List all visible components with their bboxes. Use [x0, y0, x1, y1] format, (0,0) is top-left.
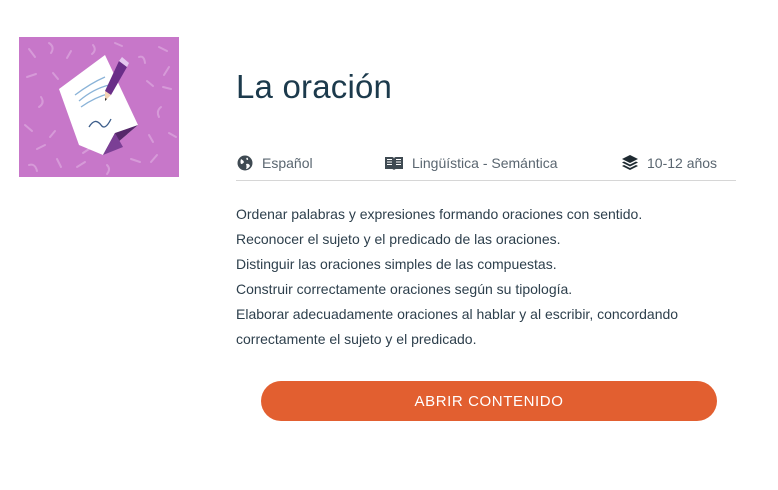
- resource-thumbnail[interactable]: [19, 37, 179, 177]
- layers-icon: [621, 154, 639, 172]
- resource-card: La oración Español Lingüística - Semánti…: [0, 0, 778, 490]
- objectives-list: Ordenar palabras y expresiones formando …: [236, 202, 736, 352]
- meta-language: Español: [236, 154, 313, 172]
- meta-age-label: 10-12 años: [647, 155, 718, 171]
- objective-item: Reconocer el sujeto y el predicado de la…: [236, 231, 561, 247]
- resource-meta-bar: Español Lingüística - Semántica 10-12 añ…: [236, 150, 736, 181]
- meta-age: 10-12 años: [621, 154, 717, 172]
- book-icon: [384, 154, 404, 172]
- open-content-button[interactable]: ABRIR CONTENIDO: [261, 381, 717, 421]
- objective-item: Elaborar adecuadamente oraciones al habl…: [236, 306, 679, 322]
- objective-item: Distinguir las oraciones simples de las …: [236, 256, 557, 272]
- resource-title: La oración: [236, 68, 393, 105]
- objective-item: Ordenar palabras y expresiones formando …: [236, 206, 643, 222]
- meta-subject-label: Lingüística - Semántica: [412, 155, 558, 171]
- meta-subject: Lingüística - Semántica: [384, 154, 558, 172]
- meta-language-label: Español: [262, 155, 313, 171]
- objective-item: Construir correctamente oraciones según …: [236, 281, 573, 297]
- paper-and-pencil-icon: [24, 42, 177, 175]
- objective-item: correctamente el sujeto y el predicado.: [236, 331, 477, 347]
- globe-icon: [236, 154, 254, 172]
